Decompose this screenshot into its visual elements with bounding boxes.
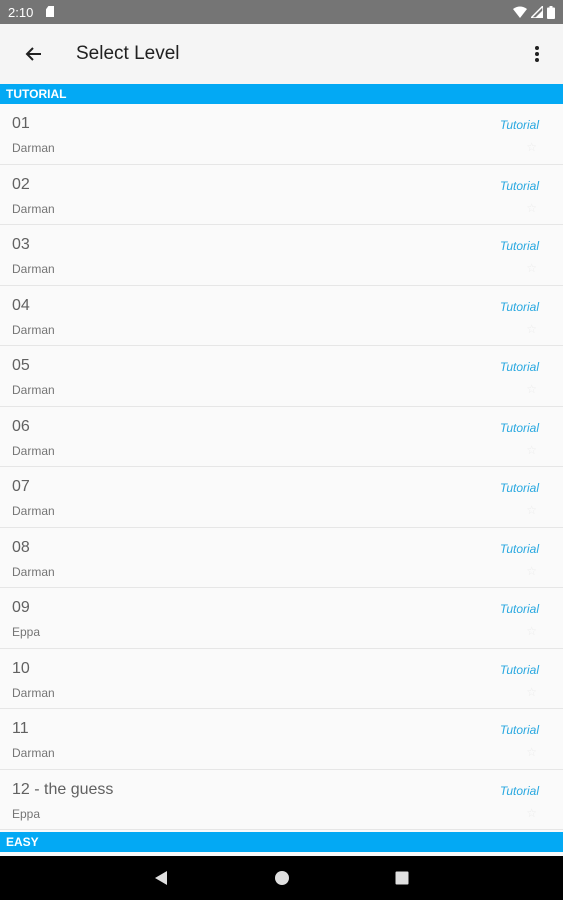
star-icon: ☆ (526, 261, 537, 275)
level-author: Darman (12, 504, 55, 518)
level-author: Darman (12, 141, 55, 155)
level-difficulty-tag: Tutorial (499, 178, 539, 193)
level-difficulty-tag: Tutorial (499, 723, 539, 737)
navigation-bar (0, 856, 563, 900)
level-author: Eppa (12, 806, 41, 821)
level-difficulty-tag: Tutorial (499, 299, 539, 314)
nav-back-button[interactable] (151, 868, 171, 888)
status-time: 2:10 (8, 5, 34, 20)
level-author: Darman (12, 201, 55, 216)
sd-card-icon (46, 6, 54, 17)
triangle-back-icon (155, 871, 167, 885)
level-author: Darman (12, 443, 55, 458)
level-row[interactable]: 02 Darman Tutorial ☆ (0, 164, 563, 225)
level-row[interactable]: 12 - the guess Eppa Tutorial ☆ (0, 769, 563, 830)
level-name: 04 (12, 296, 30, 314)
level-name: 09 (12, 599, 30, 616)
level-difficulty-tag: Tutorial (499, 420, 539, 435)
circle-home-icon (275, 871, 289, 885)
star-icon: ☆ (526, 200, 537, 215)
signal-icon (531, 6, 543, 18)
level-row[interactable]: 03 Darman Tutorial ☆ (0, 225, 563, 286)
nav-recents-button[interactable] (392, 868, 412, 888)
back-button[interactable] (18, 38, 50, 70)
level-row[interactable]: 04 Darman Tutorial ☆ (0, 285, 563, 346)
level-row[interactable]: 06 Darman Tutorial ☆ (0, 406, 563, 467)
level-name: 07 (12, 478, 30, 495)
level-name: 11 (12, 720, 29, 737)
level-difficulty-tag: Tutorial (499, 541, 539, 556)
level-row[interactable]: 11 Darman Tutorial ☆ (0, 709, 563, 770)
status-bar: 2:10 (0, 0, 563, 24)
star-icon: ☆ (526, 321, 537, 336)
star-icon: ☆ (526, 382, 537, 396)
level-author: Darman (12, 383, 55, 397)
status-icons (513, 4, 555, 20)
star-icon: ☆ (526, 745, 537, 759)
level-row[interactable]: 01 Darman Tutorial ☆ (0, 104, 563, 165)
nav-home-button[interactable] (272, 868, 292, 888)
star-icon: ☆ (526, 624, 537, 638)
wifi-icon (513, 6, 527, 18)
level-name: 10 (12, 659, 30, 677)
star-icon: ☆ (526, 805, 537, 820)
battery-icon (547, 5, 555, 19)
level-name: 08 (12, 538, 30, 556)
level-author: Darman (12, 322, 55, 337)
level-difficulty-tag: Tutorial (499, 239, 539, 253)
level-author: Darman (12, 564, 55, 579)
star-icon: ☆ (526, 503, 537, 517)
level-row[interactable]: 05 Darman Tutorial ☆ (0, 346, 563, 407)
level-difficulty-tag: Tutorial (499, 481, 539, 495)
section-header-easy: EASY (0, 832, 563, 852)
level-name: 01 (12, 115, 30, 132)
level-row[interactable]: 09 Eppa Tutorial ☆ (0, 588, 563, 649)
level-row[interactable]: 10 Darman Tutorial ☆ (0, 648, 563, 709)
level-row[interactable]: 07 Darman Tutorial ☆ (0, 467, 563, 528)
app-bar: Select Level (0, 24, 563, 84)
level-difficulty-tag: Tutorial (499, 783, 539, 798)
square-recents-icon (395, 871, 409, 885)
overflow-menu-button[interactable] (525, 38, 549, 70)
screen: 2:10 Select Level TUTORIAL 01 Darman Tut… (0, 0, 563, 900)
level-author: Darman (12, 262, 55, 276)
level-name: 02 (12, 175, 30, 193)
arrow-back-icon (25, 47, 41, 61)
level-difficulty-tag: Tutorial (499, 360, 539, 374)
section-header-tutorial: TUTORIAL (0, 84, 563, 104)
level-row[interactable]: 08 Darman Tutorial ☆ (0, 527, 563, 588)
level-name: 03 (12, 236, 30, 253)
star-icon: ☆ (526, 563, 537, 578)
level-name: 05 (12, 357, 30, 374)
level-difficulty-tag: Tutorial (499, 602, 539, 616)
level-difficulty-tag: Tutorial (499, 662, 539, 677)
level-author: Darman (12, 746, 55, 760)
level-name: 06 (12, 417, 30, 435)
level-author: Eppa (12, 625, 41, 639)
star-icon: ☆ (526, 684, 537, 699)
level-difficulty-tag: Tutorial (499, 118, 539, 132)
page-title: Select Level (76, 43, 180, 64)
star-icon: ☆ (526, 140, 537, 154)
level-author: Darman (12, 685, 55, 700)
star-icon: ☆ (526, 442, 537, 457)
level-list: 01 Darman Tutorial ☆ 02 Darman Tutorial … (0, 104, 563, 830)
level-name: 12 - the guess (12, 780, 114, 798)
more-vert-icon (535, 46, 539, 62)
